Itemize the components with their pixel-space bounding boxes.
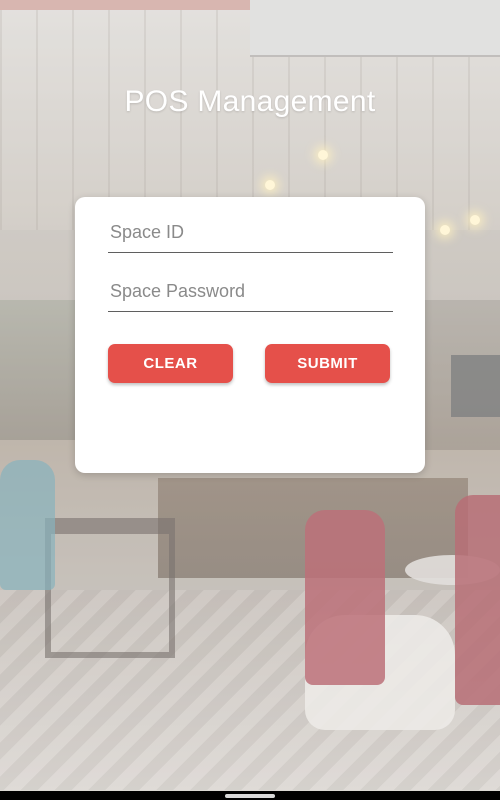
space-password-field (108, 271, 393, 312)
submit-button[interactable]: SUBMIT (265, 344, 390, 383)
system-nav-bar (0, 791, 500, 800)
login-card: CLEAR SUBMIT (75, 197, 425, 473)
clear-button[interactable]: CLEAR (108, 344, 233, 383)
space-id-input[interactable] (108, 212, 393, 252)
home-indicator[interactable] (225, 794, 275, 798)
page-title: POS Management (124, 85, 376, 118)
space-password-input[interactable] (108, 271, 393, 311)
space-id-field (108, 212, 393, 253)
